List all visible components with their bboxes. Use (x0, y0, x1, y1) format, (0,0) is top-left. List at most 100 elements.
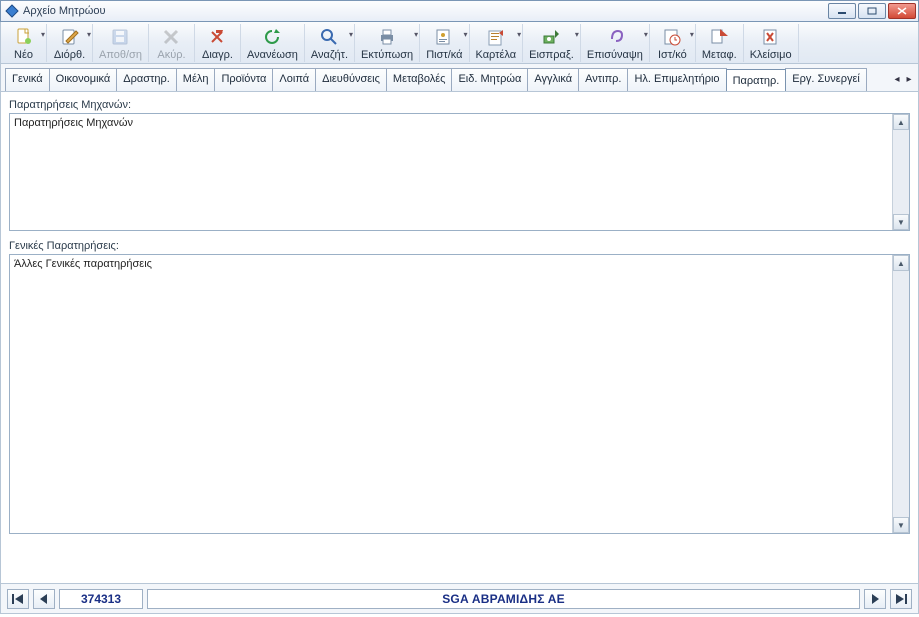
tab-scroll-buttons: ◂ ▸ (892, 72, 914, 86)
next-record-button[interactable] (864, 589, 886, 609)
tab-3[interactable]: Μέλη (176, 68, 216, 91)
scroll-down-button[interactable]: ▼ (893, 214, 909, 230)
money-in-icon (540, 26, 562, 48)
machine-notes-section: Παρατηρήσεις Μηχανών: Παρατηρήσεις Μηχαν… (9, 98, 910, 231)
tab-13[interactable]: Εργ. Συνεργεί (785, 68, 867, 91)
cancel-icon (160, 26, 182, 48)
toolbar-button-label: Ιστ/κό (658, 49, 687, 61)
tab-9[interactable]: Αγγλικά (527, 68, 579, 91)
window-buttons (828, 3, 916, 19)
attach-toolbar-button[interactable]: ▾ Επισύναψη (581, 24, 650, 62)
machine-notes-textarea[interactable]: Παρατηρήσεις Μηχανών ▲ ▼ (9, 113, 910, 231)
tabs-row: ΓενικάΟικονομικάΔραστηρ.ΜέληΠροϊόνταΛοιπ… (0, 64, 919, 92)
toolbar-button-label: Καρτέλα (476, 49, 517, 61)
toolbar-button-label: Κλείσιμο (750, 49, 792, 61)
toolbar-button-label: Ακύρ. (157, 49, 185, 61)
toolbar-button-label: Πιστ/κά (426, 49, 462, 61)
money-in-toolbar-button[interactable]: ▾Εισπραξ. (523, 24, 581, 62)
delete-toolbar-button[interactable]: Διαγρ. (195, 24, 241, 62)
record-id-field[interactable]: 374313 (59, 589, 143, 609)
app-icon (5, 4, 19, 18)
credentials-toolbar-button[interactable]: ▾ Πιστ/κά (420, 24, 469, 62)
tabs-container: ΓενικάΟικονομικάΔραστηρ.ΜέληΠροϊόνταΛοιπ… (5, 68, 888, 91)
edit-icon (59, 26, 81, 48)
search-toolbar-button[interactable]: ▾ Αναζήτ. (305, 24, 355, 62)
general-notes-scrollbar[interactable]: ▲ ▼ (892, 255, 909, 533)
close-doc-toolbar-button[interactable]: Κλείσιμο (744, 24, 799, 62)
machine-notes-label: Παρατηρήσεις Μηχανών: (9, 98, 910, 113)
cancel-toolbar-button: Ακύρ. (149, 24, 195, 62)
last-record-button[interactable] (890, 589, 912, 609)
tab-0[interactable]: Γενικά (5, 68, 50, 91)
dropdown-arrow-icon: ▾ (349, 30, 353, 39)
search-icon (318, 26, 340, 48)
general-notes-text: Άλλες Γενικές παρατηρήσεις (14, 258, 152, 270)
minimize-button[interactable] (828, 3, 856, 19)
refresh-icon (261, 26, 283, 48)
toolbar-button-label: Αποθ/ση (99, 49, 142, 61)
attach-icon (604, 26, 626, 48)
machine-notes-scrollbar[interactable]: ▲ ▼ (892, 114, 909, 230)
dropdown-arrow-icon: ▾ (575, 30, 579, 39)
tab-10[interactable]: Αντιπρ. (578, 68, 628, 91)
prev-record-button[interactable] (33, 589, 55, 609)
maximize-button[interactable] (858, 3, 886, 19)
save-toolbar-button: Αποθ/ση (93, 24, 149, 62)
scroll-up-button[interactable]: ▲ (893, 255, 909, 271)
tab-5[interactable]: Λοιπά (272, 68, 316, 91)
scroll-down-button[interactable]: ▼ (893, 517, 909, 533)
save-icon (109, 26, 131, 48)
history-toolbar-button[interactable]: ▾ Ιστ/κό (650, 24, 696, 62)
edit-toolbar-button[interactable]: ▾ Διόρθ. (47, 24, 93, 62)
toolbar-button-label: Μεταφ. (702, 49, 737, 61)
dropdown-arrow-icon: ▾ (41, 30, 45, 39)
new-doc-icon (13, 26, 35, 48)
general-notes-section: Γενικές Παρατηρήσεις: Άλλες Γενικές παρα… (9, 239, 910, 534)
toolbar-button-label: Διόρθ. (54, 49, 85, 61)
general-notes-label: Γενικές Παρατηρήσεις: (9, 239, 910, 254)
tab-2[interactable]: Δραστηρ. (116, 68, 177, 91)
toolbar-button-label: Αναζήτ. (311, 49, 348, 61)
delete-icon (206, 26, 228, 48)
record-navigator: 374313 SGA ΑΒΡΑΜΙΔΗΣ ΑΕ (0, 584, 919, 614)
new-doc-toolbar-button[interactable]: ▾ Νέο (1, 24, 47, 62)
toolbar-button-label: Ανανέωση (247, 49, 298, 61)
toolbar-button-label: Εκτύπωση (361, 49, 413, 61)
print-toolbar-button[interactable]: ▾Εκτύπωση (355, 24, 420, 62)
close-doc-icon (760, 26, 782, 48)
tab-7[interactable]: Μεταβολές (386, 68, 453, 91)
tab-12[interactable]: Παρατηρ. (726, 69, 787, 91)
tab-1[interactable]: Οικονομικά (49, 68, 118, 91)
print-icon (376, 26, 398, 48)
tab-4[interactable]: Προϊόντα (214, 68, 273, 91)
tab-6[interactable]: Διευθύνσεις (315, 68, 387, 91)
content-area: Παρατηρήσεις Μηχανών: Παρατηρήσεις Μηχαν… (0, 92, 919, 584)
tab-scroll-left-button[interactable]: ◂ (892, 72, 902, 86)
main-toolbar: ▾ Νέο ▾ Διόρθ. Αποθ/ση Ακύρ. Διαγρ. Ανανέωση ▾ Αν… (0, 22, 919, 64)
transfer-toolbar-button[interactable]: Μεταφ. (696, 24, 744, 62)
transfer-icon (708, 26, 730, 48)
dropdown-arrow-icon: ▾ (517, 30, 521, 39)
general-notes-textarea[interactable]: Άλλες Γενικές παρατηρήσεις ▲ ▼ (9, 254, 910, 534)
dropdown-arrow-icon: ▾ (644, 30, 648, 39)
card-toolbar-button[interactable]: ▾ Καρτέλα (470, 24, 524, 62)
window-title: Αρχείο Μητρώου (23, 5, 828, 17)
tab-8[interactable]: Ειδ. Μητρώα (451, 68, 528, 91)
toolbar-button-label: Επισύναψη (587, 49, 643, 61)
first-record-button[interactable] (7, 589, 29, 609)
dropdown-arrow-icon: ▾ (87, 30, 91, 39)
refresh-toolbar-button[interactable]: Ανανέωση (241, 24, 305, 62)
card-icon (485, 26, 507, 48)
window-titlebar: Αρχείο Μητρώου (0, 0, 919, 22)
toolbar-button-label: Διαγρ. (202, 49, 233, 61)
dropdown-arrow-icon: ▾ (463, 30, 467, 39)
record-name-field[interactable]: SGA ΑΒΡΑΜΙΔΗΣ ΑΕ (147, 589, 860, 609)
tab-scroll-right-button[interactable]: ▸ (904, 72, 914, 86)
dropdown-arrow-icon: ▾ (690, 30, 694, 39)
history-icon (661, 26, 683, 48)
credentials-icon (433, 26, 455, 48)
tab-11[interactable]: Ηλ. Επιμελητήριο (627, 68, 726, 91)
toolbar-button-label: Νέο (14, 49, 33, 61)
close-button[interactable] (888, 3, 916, 19)
scroll-up-button[interactable]: ▲ (893, 114, 909, 130)
